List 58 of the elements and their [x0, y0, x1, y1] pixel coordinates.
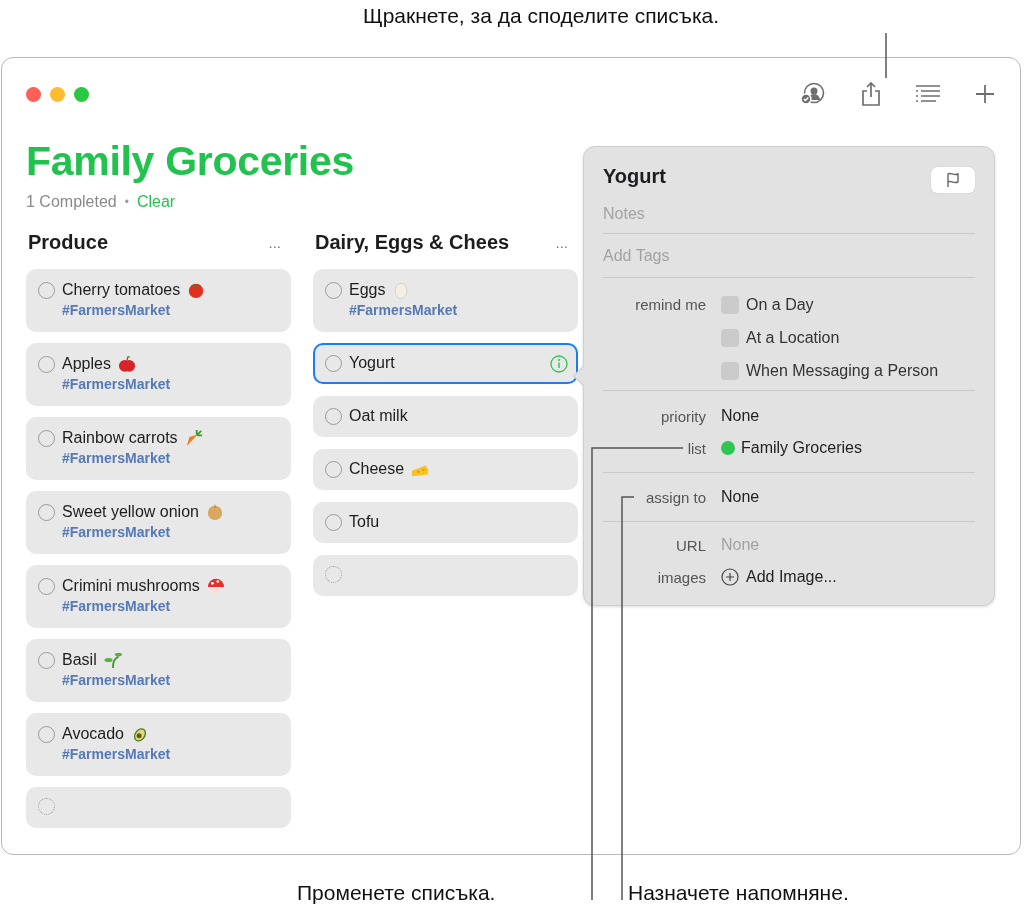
task-title: Yogurt	[349, 354, 395, 372]
task-title: Tofu	[349, 513, 380, 531]
reminder-title: Yogurt	[603, 165, 666, 187]
tag-label[interactable]: #FarmersMarket	[62, 450, 279, 466]
tag-label[interactable]: #FarmersMarket	[62, 672, 279, 688]
callout-text: Щракнете, за да споделите списъка.	[363, 4, 720, 28]
section-title: Produce	[28, 230, 110, 254]
separator-dot: •	[124, 195, 129, 209]
task-card[interactable]: Basil #FarmersMarket	[26, 639, 291, 702]
task-card[interactable]: Cherry tomatoes #FarmersMarket	[26, 269, 291, 332]
field-label: list	[686, 439, 706, 457]
field-label: URL	[675, 536, 706, 554]
remind-option[interactable]: When Messaging a Person	[721, 361, 975, 380]
task-title: Cherry tomatoes	[62, 281, 181, 299]
field-label: assign to	[644, 488, 706, 506]
remind-option[interactable]: At a Location	[721, 328, 975, 347]
task-card[interactable]: Tofu	[313, 502, 578, 543]
task-title: Avocado	[62, 725, 124, 743]
tag-label[interactable]: #FarmersMarket	[62, 746, 279, 762]
assign-value[interactable]: None	[721, 488, 975, 506]
tag-label[interactable]: #FarmersMarket	[62, 598, 279, 614]
completed-count: 1 Completed	[26, 193, 117, 211]
task-title: Basil	[62, 651, 97, 669]
task-card[interactable]: Cheese	[313, 449, 578, 490]
task-card[interactable]: Apples #FarmersMarket	[26, 343, 291, 406]
task-title: Eggs	[349, 281, 386, 299]
task-card[interactable]: Rainbow carrots #FarmersMarket	[26, 417, 291, 480]
task-title: Rainbow carrots	[62, 429, 178, 447]
more-button[interactable]: ...	[547, 233, 576, 251]
task-card[interactable]: Eggs #FarmersMarket	[313, 269, 578, 332]
tags-field[interactable]: Add Tags	[603, 234, 975, 277]
tag-label[interactable]: #FarmersMarket	[349, 302, 566, 318]
field-label: priority	[660, 407, 706, 425]
tag-label[interactable]: #FarmersMarket	[62, 302, 279, 318]
task-card[interactable]: Avocado #FarmersMarket	[26, 713, 291, 776]
section-title: Dairy, Eggs & Chees	[315, 230, 511, 254]
task-title: Apples	[62, 355, 111, 373]
tag-label[interactable]: #FarmersMarket	[62, 376, 279, 392]
task-card[interactable]: Crimini mushrooms #FarmersMarket	[26, 565, 291, 628]
field-label: images	[656, 568, 706, 586]
task-title: Cheese	[349, 460, 405, 478]
task-title: Crimini mushrooms	[62, 577, 200, 595]
priority-value[interactable]: None	[721, 407, 975, 425]
callout-text: Променете списъка.	[297, 881, 496, 905]
task-card[interactable]: Oat milk	[313, 396, 578, 437]
add-image-button[interactable]: Add Image...	[721, 568, 975, 586]
tag-label[interactable]: #FarmersMarket	[62, 524, 279, 540]
field-label: remind me	[634, 296, 706, 313]
list-title: Family Groceries	[26, 137, 354, 186]
notes-field[interactable]: Notes	[603, 195, 975, 233]
task-title: Sweet yellow onion	[62, 503, 199, 521]
more-button[interactable]: ...	[260, 233, 289, 251]
remind-option[interactable]: On a Day	[721, 295, 975, 314]
task-title: Oat milk	[349, 407, 408, 425]
task-card[interactable]: Yogurt	[313, 343, 578, 384]
callout-text: Назначете напомняне.	[628, 881, 849, 905]
list-value[interactable]: Family Groceries	[741, 439, 862, 457]
task-card[interactable]: Sweet yellow onion #FarmersMarket	[26, 491, 291, 554]
